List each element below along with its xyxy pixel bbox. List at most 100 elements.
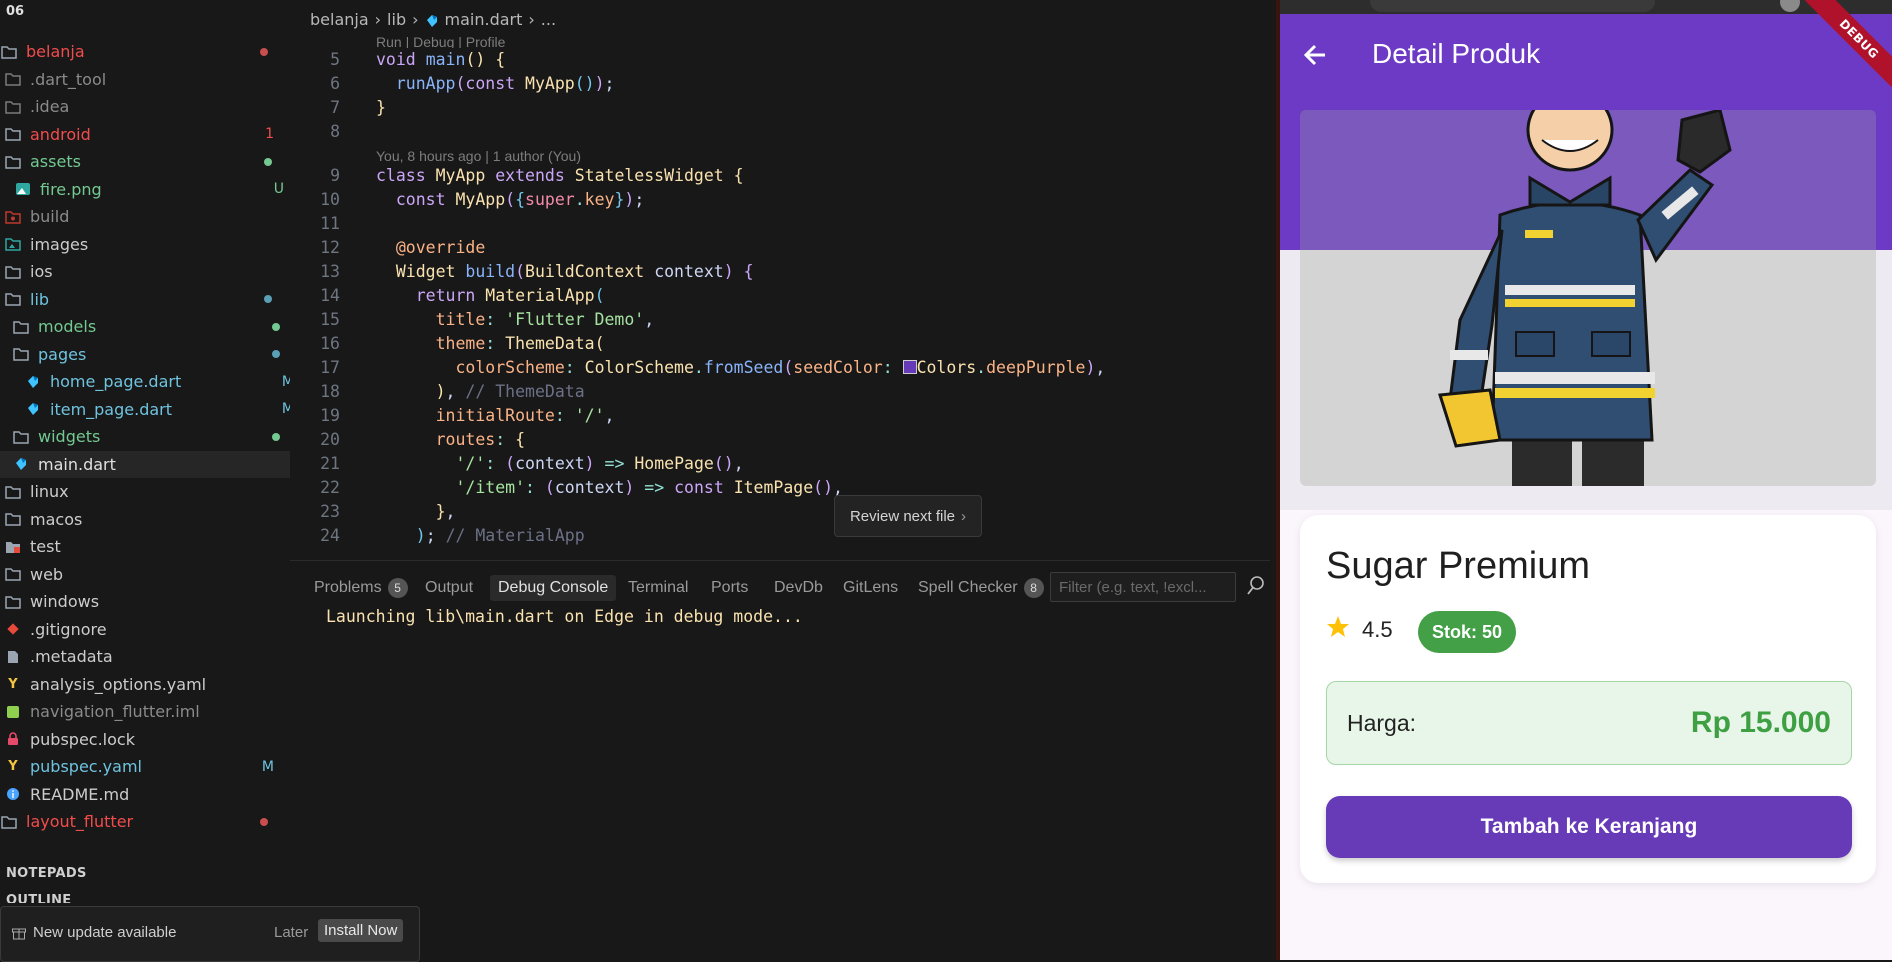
console-filter-input[interactable]: Filter (e.g. text, !excl... bbox=[1050, 572, 1236, 602]
problems-count-badge: 5 bbox=[387, 578, 408, 598]
tab-debug-console[interactable]: Debug Console bbox=[490, 575, 617, 601]
tree-item[interactable]: windows bbox=[0, 588, 294, 615]
tree-item-label: fire.png bbox=[40, 179, 102, 199]
modified-dot bbox=[272, 432, 280, 441]
tree-item[interactable]: fire.png U bbox=[0, 176, 304, 203]
notepads-section[interactable]: NOTEPADS bbox=[6, 866, 87, 881]
tree-item[interactable]: belanja bbox=[0, 38, 290, 65]
tree-item[interactable]: linux bbox=[0, 478, 294, 505]
tree-item[interactable]: .dart_tool bbox=[0, 66, 294, 93]
profile-avatar[interactable] bbox=[1780, 0, 1800, 12]
breadcrumb-symbol[interactable]: ... bbox=[541, 10, 556, 29]
tab-terminal[interactable]: Terminal bbox=[620, 575, 696, 601]
breadcrumb: belanja › lib › main.dart › ... bbox=[310, 10, 556, 29]
info-icon bbox=[4, 786, 22, 802]
tree-item[interactable]: navigation_flutter.iml bbox=[0, 698, 294, 725]
codelens-run[interactable]: Run | Debug | Profile bbox=[376, 34, 505, 48]
breadcrumb-folder[interactable]: belanja bbox=[310, 10, 369, 29]
breadcrumb-lib[interactable]: lib bbox=[387, 10, 406, 29]
tree-item[interactable]: Yanalysis_options.yaml bbox=[0, 671, 294, 698]
build-folder-icon bbox=[4, 209, 22, 225]
modified-dot bbox=[264, 295, 272, 303]
tree-item[interactable]: item_page.dart M bbox=[0, 396, 314, 423]
tree-item[interactable]: home_page.dart M bbox=[0, 368, 314, 395]
tree-item[interactable]: macos bbox=[0, 506, 294, 533]
tree-item-label: linux bbox=[30, 482, 69, 501]
review-next-file-label: Review next file bbox=[849, 507, 956, 525]
tree-item[interactable]: images bbox=[0, 231, 294, 258]
chevron-right-icon: › bbox=[374, 10, 382, 29]
tree-item[interactable]: .gitignore bbox=[0, 616, 294, 643]
tree-item-label: .metadata bbox=[30, 647, 113, 666]
tab-spell-checker[interactable]: Spell Checker 8 bbox=[910, 575, 1052, 601]
app-title: Detail Produk bbox=[1372, 38, 1541, 69]
tree-item[interactable]: Ypubspec.yaml M bbox=[0, 753, 294, 780]
tab-problems[interactable]: Problems 5 bbox=[306, 575, 416, 601]
debug-banner: DEBUG bbox=[1798, 0, 1892, 100]
yaml-icon: Y bbox=[8, 759, 18, 774]
rating-value: 4.5 bbox=[1362, 617, 1393, 642]
tree-item[interactable]: pubspec.lock bbox=[0, 726, 294, 753]
product-name: Sugar Premium bbox=[1326, 545, 1590, 587]
product-rating: 4.5 bbox=[1326, 615, 1393, 645]
tree-item-label: home_page.dart bbox=[50, 372, 182, 391]
tree-item[interactable]: main.dart bbox=[0, 450, 302, 478]
tree-item[interactable]: lib bbox=[0, 286, 294, 313]
code-editor[interactable]: belanja › lib › main.dart › ... Run | De… bbox=[290, 0, 1270, 560]
tab-gitlens[interactable]: GitLens bbox=[835, 575, 906, 601]
add-to-cart-button[interactable]: Tambah ke Keranjang bbox=[1326, 796, 1852, 858]
review-next-file-button[interactable]: Review next file › bbox=[834, 495, 982, 537]
tree-item[interactable]: web bbox=[0, 561, 294, 588]
price-box: Harga: Rp 15.000 bbox=[1326, 681, 1852, 765]
modified-dot bbox=[272, 322, 280, 331]
tree-item-label: item_page.dart bbox=[50, 399, 173, 419]
tab-ports[interactable]: Ports bbox=[703, 575, 756, 601]
dart-file-icon bbox=[425, 13, 439, 27]
tree-item[interactable]: .metadata bbox=[0, 643, 294, 670]
folder-icon bbox=[4, 566, 22, 582]
install-now-button[interactable]: Install Now bbox=[318, 919, 404, 942]
tree-item[interactable]: build bbox=[0, 203, 294, 230]
tree-item[interactable]: layout_flutter bbox=[0, 808, 290, 835]
tree-item[interactable]: pages bbox=[0, 341, 302, 368]
tab-output[interactable]: Output bbox=[417, 575, 481, 601]
tree-item[interactable]: README.md bbox=[0, 781, 294, 808]
later-button[interactable]: Later bbox=[274, 924, 308, 941]
tree-item-label: models bbox=[38, 317, 97, 336]
tree-item[interactable]: test bbox=[0, 533, 294, 560]
tree-item-label: macos bbox=[30, 509, 83, 529]
tree-item[interactable]: assets bbox=[0, 148, 294, 175]
star-icon bbox=[1326, 615, 1350, 645]
image-file-icon bbox=[14, 181, 32, 197]
git-status-badge: M bbox=[261, 758, 274, 775]
app-bar: Detail Produk DEBUG bbox=[1280, 0, 1892, 110]
tree-item-label: .dart_tool bbox=[30, 69, 107, 89]
tree-item[interactable]: .idea bbox=[0, 93, 294, 120]
tree-item[interactable]: models bbox=[0, 313, 302, 340]
outline-section[interactable]: OUTLINE bbox=[6, 893, 71, 903]
breadcrumb-file[interactable]: main.dart bbox=[445, 10, 523, 29]
tree-item-label: .idea bbox=[30, 97, 70, 116]
codelens-blame[interactable]: You, 8 hours ago | 1 author (You) bbox=[376, 148, 581, 164]
back-arrow-icon[interactable] bbox=[1302, 42, 1328, 72]
tree-item-label: build bbox=[30, 207, 70, 226]
search-icon[interactable] bbox=[1246, 575, 1266, 601]
tree-item-label: test bbox=[30, 537, 61, 556]
modified-dot bbox=[260, 817, 268, 826]
address-bar[interactable] bbox=[1370, 0, 1655, 12]
stock-badge: Stok: 50 bbox=[1418, 611, 1517, 653]
folder-icon bbox=[4, 154, 22, 170]
tree-item-label: layout_flutter bbox=[26, 812, 134, 831]
modified-dot bbox=[264, 157, 272, 166]
tree-item-label: pages bbox=[38, 344, 87, 364]
tree-item[interactable]: android 1 bbox=[0, 121, 294, 148]
iml-file-icon bbox=[4, 704, 22, 720]
tree-item-label: .gitignore bbox=[30, 619, 107, 639]
folder-icon bbox=[4, 99, 22, 115]
tree-item-label: main.dart bbox=[38, 454, 116, 474]
git-status-badge: U bbox=[273, 181, 284, 197]
tree-item[interactable]: ios bbox=[0, 258, 294, 285]
tab-devdb[interactable]: DevDb bbox=[766, 575, 831, 601]
tree-item[interactable]: widgets bbox=[0, 423, 302, 450]
console-output: Launching lib\main.dart on Edge in debug… bbox=[326, 607, 803, 626]
